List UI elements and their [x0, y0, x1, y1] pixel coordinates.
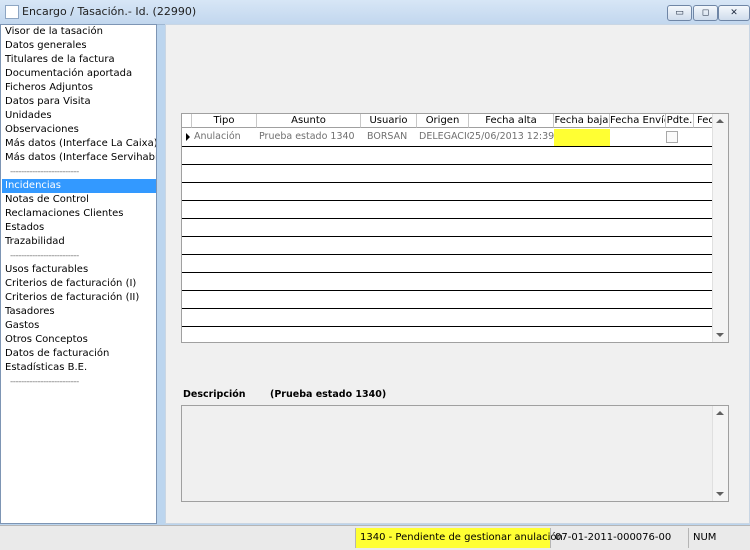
column-header-pdte[interactable]: Pdte.	[666, 114, 694, 128]
sidebar-item-trazabilidad[interactable]: Trazabilidad	[2, 235, 156, 249]
column-header-fecha-baja[interactable]: Fecha baja	[554, 114, 610, 128]
sidebar-separator: -------------------------	[10, 251, 79, 261]
grid-row-divider	[182, 290, 714, 291]
column-header-fecha-alta[interactable]: Fecha alta	[469, 114, 554, 128]
cell-fecha-envio[interactable]	[612, 129, 664, 145]
sidebar-item-notas-control[interactable]: Notas de Control	[2, 193, 156, 207]
sidebar-item-criterios-2[interactable]: Criterios de facturación (II)	[2, 291, 156, 305]
sidebar-item-ficheros[interactable]: Ficheros Adjuntos	[2, 81, 156, 95]
description-value: (Prueba estado 1340)	[270, 389, 387, 400]
sidebar-item-estados[interactable]: Estados	[2, 221, 156, 235]
sidebar-item-titulares[interactable]: Titulares de la factura	[2, 53, 156, 67]
window-app-icon	[5, 5, 19, 19]
minimize-button[interactable]: ▭	[667, 5, 692, 21]
cell-fecha-baja[interactable]	[556, 129, 608, 145]
incidents-grid[interactable]: Tipo Asunto Usuario Origen Fecha alta Fe…	[181, 113, 729, 343]
cell-tipo[interactable]: Anulación	[194, 129, 256, 145]
sidebar-separator: -------------------------	[10, 167, 79, 177]
cell-fecha-alta[interactable]: 25/06/2013 12:39:	[469, 129, 554, 145]
grid-row-divider	[182, 236, 714, 237]
grid-row-divider	[182, 218, 714, 219]
title-bar[interactable]: Encargo / Tasación.- Id. (22990) ▭ ◻ ✕	[0, 0, 750, 25]
column-header-fecha[interactable]: Fech	[694, 114, 714, 128]
description-textarea[interactable]	[181, 405, 729, 502]
sidebar-item-estadisticas[interactable]: Estadísticas B.E.	[2, 361, 156, 375]
window-title: Encargo / Tasación.- Id. (22990)	[22, 5, 197, 18]
sidebar-item-tasadores[interactable]: Tasadores	[2, 305, 156, 319]
column-header-asunto[interactable]: Asunto	[257, 114, 361, 128]
sidebar-nav: Visor de la tasación Datos generales Tit…	[0, 24, 157, 524]
sidebar-item-datos-facturacion[interactable]: Datos de facturación	[2, 347, 156, 361]
grid-row-divider	[182, 308, 714, 309]
scroll-up-icon[interactable]	[716, 411, 724, 415]
column-header-tipo[interactable]: Tipo	[192, 114, 257, 128]
column-header-usuario[interactable]: Usuario	[361, 114, 417, 128]
cell-origen[interactable]: DELEGACIO	[419, 129, 469, 145]
status-bar: 1340 - Pendiente de gestionar anulación …	[0, 525, 750, 550]
status-code: 07-01-2011-000076-00	[550, 528, 680, 548]
sidebar-item-usos-facturables[interactable]: Usos facturables	[2, 263, 156, 277]
sidebar-item-visor[interactable]: Visor de la tasación	[2, 25, 156, 39]
grid-row-divider	[182, 146, 714, 147]
sidebar-item-mas-datos-caixa[interactable]: Más datos (Interface La Caixa)	[2, 137, 156, 151]
sidebar-item-criterios-1[interactable]: Criterios de facturación (I)	[2, 277, 156, 291]
sidebar-item-visita[interactable]: Datos para Visita	[2, 95, 156, 109]
grid-row-divider	[182, 182, 714, 183]
sidebar-item-reclamaciones[interactable]: Reclamaciones Clientes	[2, 207, 156, 221]
description-label: Descripción	[183, 389, 246, 400]
grid-row-divider	[182, 200, 714, 201]
status-text: 1340 - Pendiente de gestionar anulación	[355, 528, 563, 548]
pdte-checkbox[interactable]	[666, 131, 678, 143]
grid-row-divider	[182, 272, 714, 273]
sidebar-item-documentacion[interactable]: Documentación aportada	[2, 67, 156, 81]
close-button[interactable]: ✕	[718, 5, 750, 21]
grid-row-divider	[182, 254, 714, 255]
sidebar-item-gastos[interactable]: Gastos	[2, 319, 156, 333]
row-pointer-icon	[186, 133, 190, 141]
grid-vertical-scrollbar[interactable]	[712, 114, 728, 342]
scroll-down-icon[interactable]	[716, 333, 724, 337]
sidebar-item-datos-generales[interactable]: Datos generales	[2, 39, 156, 53]
grid-corner-header	[182, 114, 192, 128]
sidebar-item-otros-conceptos[interactable]: Otros Conceptos	[2, 333, 156, 347]
cell-asunto[interactable]: Prueba estado 1340	[259, 129, 359, 145]
column-header-fecha-envio[interactable]: Fecha Envío	[610, 114, 666, 128]
scroll-down-icon[interactable]	[716, 492, 724, 496]
scroll-up-icon[interactable]	[716, 119, 724, 123]
column-header-origen[interactable]: Origen	[417, 114, 469, 128]
sidebar-item-incidencias[interactable]: Incidencias	[2, 179, 156, 193]
sidebar-item-mas-datos-servihabitat[interactable]: Más datos (Interface Servihabitat)	[2, 151, 156, 165]
grid-row-divider	[182, 326, 714, 327]
sidebar-separator: -------------------------	[10, 377, 79, 387]
sidebar-item-observaciones[interactable]: Observaciones	[2, 123, 156, 137]
sidebar-item-unidades[interactable]: Unidades	[2, 109, 156, 123]
grid-row-divider	[182, 164, 714, 165]
description-scrollbar[interactable]	[712, 406, 728, 501]
cell-usuario[interactable]: BORSAN	[367, 129, 417, 145]
restore-button[interactable]: ◻	[693, 5, 718, 21]
num-lock-indicator: NUM	[688, 528, 728, 548]
